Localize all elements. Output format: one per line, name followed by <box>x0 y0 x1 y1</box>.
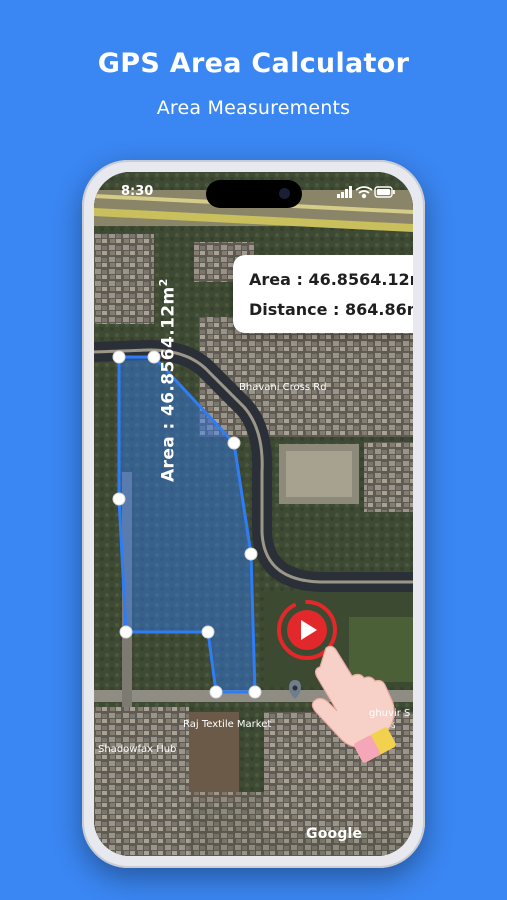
google-attribution: Google <box>306 826 363 842</box>
map-label-poi: Raj Textile Market <box>183 719 272 730</box>
signal-icon <box>337 186 352 198</box>
polygon-vertex-handle <box>244 547 258 561</box>
distance-value: Distance : 864.86m <box>249 300 413 319</box>
polygon-vertex-handle <box>248 685 262 699</box>
polygon-area-label: Area : 46.8564.12m2 <box>157 278 179 482</box>
front-camera <box>279 188 290 199</box>
wifi-icon <box>355 186 373 199</box>
page-headline: GPS Area Calculator <box>97 48 410 79</box>
page-subheadline: Area Measurements <box>156 97 351 119</box>
status-bar: 8:30 <box>94 172 413 212</box>
map-label-road: ghuvir S <box>369 708 411 719</box>
polygon-vertex-handle <box>112 350 126 364</box>
polygon-vertex-handle <box>119 625 133 639</box>
polygon-vertex-handle <box>209 685 223 699</box>
area-unit-superscript: 2 <box>157 278 170 287</box>
map-label-poi: Shadowfax Hub <box>98 744 177 755</box>
polygon-vertex-handle <box>201 625 215 639</box>
polygon-vertex-handle <box>112 492 126 506</box>
polygon-area-text: Area : 46.8564.12m <box>158 286 179 482</box>
phone-screen: 8:30 Area : 46.8564.12m Distance : 864.8… <box>94 172 413 856</box>
polygon-vertex-handle <box>227 436 241 450</box>
map-label-road: Bhavani Cross Rd <box>239 382 327 393</box>
status-time: 8:30 <box>121 184 154 199</box>
battery-icon <box>374 186 395 198</box>
area-value: Area : 46.8564.12m <box>249 270 413 289</box>
phone-frame: 8:30 Area : 46.8564.12m Distance : 864.8… <box>82 160 425 868</box>
measurement-info-card: Area : 46.8564.12m Distance : 864.86m <box>233 255 413 333</box>
map-label-road-script: ડ <box>390 720 396 731</box>
dynamic-island <box>206 180 302 208</box>
